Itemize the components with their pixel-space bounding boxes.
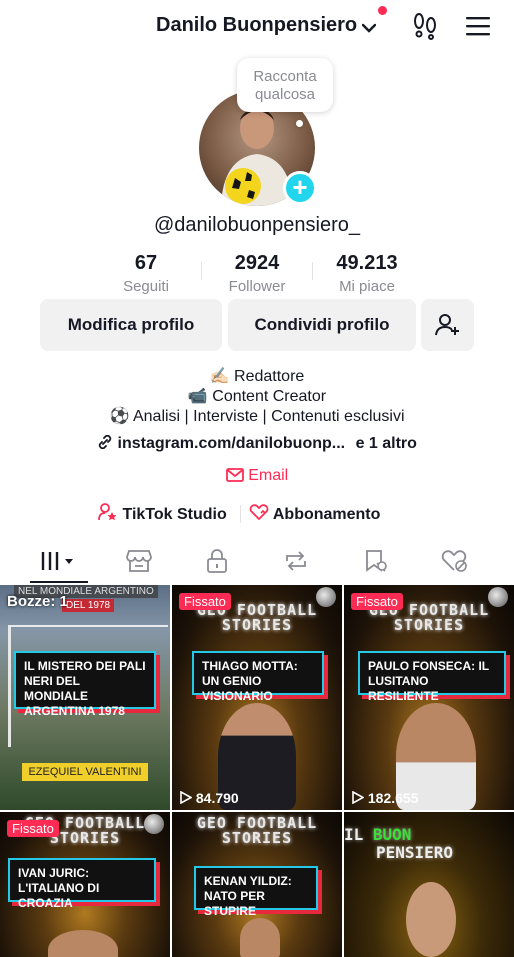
studio-label: TikTok Studio: [122, 506, 227, 523]
subscription-icon: [249, 504, 269, 521]
view-count-value: 84.790: [195, 790, 239, 806]
stat-value: 2924: [234, 252, 280, 274]
subscription-label: Abbonamento: [272, 506, 381, 523]
pinned-badge: Fissato: [351, 593, 403, 610]
link-text: instagram.com/danilobuonp...: [117, 435, 346, 452]
brand-logo: IL BUON PENSIERO: [344, 826, 453, 862]
video-thumbnail[interactable]: GEO FOOTBALL STORIES Fissato THIAGO MOTT…: [172, 585, 342, 810]
active-tab-indicator: [30, 581, 88, 583]
video-tag: EZEQUIEL VALENTINI: [22, 763, 148, 781]
player-photo: [48, 930, 118, 957]
tab-reposts[interactable]: [253, 540, 338, 582]
play-icon: [180, 790, 193, 805]
video-title-card: THIAGO MOTTA: UN GENIO VISIONARIO: [192, 651, 324, 703]
brand-part: IL: [344, 825, 364, 844]
tab-liked[interactable]: [412, 540, 497, 582]
footprints-icon[interactable]: [412, 12, 438, 45]
tab-private[interactable]: [174, 540, 259, 582]
user-star-icon: [98, 503, 117, 521]
profile-tabs: [0, 540, 514, 584]
video-title-card: KENAN YILDIZ: NATO PER STUPIRE: [194, 866, 318, 918]
tab-videos[interactable]: [16, 540, 101, 582]
bio-line: ✍🏻 Redattore: [209, 368, 305, 385]
video-top-caption: DEL 1978: [62, 599, 115, 612]
brand-part: PENSIERO: [376, 843, 454, 862]
grid-icon: [41, 552, 73, 570]
video-thumbnail[interactable]: GEO FOOTBALL STORIES KENAN YILDIZ: NATO …: [172, 812, 342, 957]
chevron-down-icon[interactable]: [361, 20, 377, 38]
video-thumbnail[interactable]: NEL MONDIALE ARGENTINO DEL 1978 Bozze: 1…: [0, 585, 170, 810]
tab-shop[interactable]: [96, 540, 181, 582]
story-prompt-bubble[interactable]: Racconta qualcosa: [237, 58, 333, 112]
video-title-card: IVAN JURIC: L'ITALIANO DI CROAZIA: [8, 858, 156, 910]
stat-value: 67: [134, 252, 158, 274]
drafts-label: Bozze: 1: [7, 593, 68, 610]
bookmark-hidden-icon: [365, 550, 387, 572]
play-icon: [352, 790, 365, 805]
pinned-badge: Fissato: [7, 820, 59, 837]
shop-icon: [125, 550, 152, 572]
email-label: Email: [248, 467, 289, 484]
add-avatar-button[interactable]: +: [283, 171, 317, 205]
mail-icon: [225, 468, 244, 482]
stat-value: 49.213: [336, 252, 398, 274]
add-friend-button[interactable]: [421, 299, 474, 351]
divider: [240, 505, 241, 523]
username-switcher[interactable]: Danilo Buonpensiero: [156, 14, 357, 37]
goal-post: [8, 625, 168, 627]
lock-icon: [206, 549, 227, 573]
add-user-icon: [434, 314, 459, 336]
view-count-value: 182.655: [367, 790, 419, 806]
edit-profile-button[interactable]: Modifica profilo: [40, 299, 222, 351]
bubble-tail: [296, 120, 303, 127]
series-logo: GEO FOOTBALL STORIES: [196, 814, 318, 847]
profile-handle: @danilobuonpensiero_: [153, 214, 360, 236]
share-profile-button[interactable]: Condividi profilo: [228, 299, 416, 351]
link-more: e 1 altro: [355, 435, 417, 452]
video-title-card: PAULO FONSECA: IL LUSITANO RESILIENTE: [358, 651, 506, 703]
stat-followers[interactable]: 2924 Follower: [197, 252, 317, 295]
link-icon: [98, 434, 112, 450]
bio-line: ⚽️ Analisi | Interviste | Contenuti escl…: [109, 408, 405, 425]
pinned-badge: Fissato: [179, 593, 231, 610]
goal-post: [8, 627, 11, 747]
subscription-link[interactable]: Abbonamento: [249, 503, 380, 524]
tab-saved[interactable]: [333, 540, 418, 582]
menu-icon[interactable]: [466, 16, 490, 41]
video-title-card: IL MISTERO DEI PALI NERI DEL MONDIALE AR…: [14, 651, 156, 718]
profile-link[interactable]: instagram.com/danilobuonp... e 1 altro: [0, 434, 514, 453]
heart-hidden-icon: [441, 550, 467, 572]
video-thumbnail[interactable]: GEO FOOTBALL STORIES Fissato IVAN JURIC:…: [0, 812, 170, 957]
video-thumbnail[interactable]: IL BUON PENSIERO: [344, 812, 514, 957]
stat-label: Seguiti: [123, 278, 169, 295]
stat-likes[interactable]: 49.213 Mi piace: [307, 252, 427, 295]
notification-dot: [378, 6, 387, 15]
repost-icon: [285, 551, 306, 571]
video-thumbnail[interactable]: GEO FOOTBALL STORIES Fissato PAULO FONSE…: [344, 585, 514, 810]
stat-following[interactable]: 67 Seguiti: [86, 252, 206, 295]
view-count: 84.790: [180, 790, 239, 806]
brand-part: BUON: [372, 825, 412, 844]
stat-label: Mi piace: [339, 278, 395, 295]
view-count: 182.655: [352, 790, 419, 806]
video-grid: NEL MONDIALE ARGENTINO DEL 1978 Bozze: 1…: [0, 585, 514, 957]
player-photo: [240, 918, 280, 957]
top-bar: Danilo Buonpensiero: [0, 0, 514, 56]
stat-label: Follower: [228, 278, 286, 295]
email-button[interactable]: Email: [0, 467, 514, 485]
bio-line: 📹 Content Creator: [187, 388, 327, 405]
player-photo: [406, 882, 456, 957]
tiktok-studio-link[interactable]: TikTok Studio: [98, 503, 227, 524]
